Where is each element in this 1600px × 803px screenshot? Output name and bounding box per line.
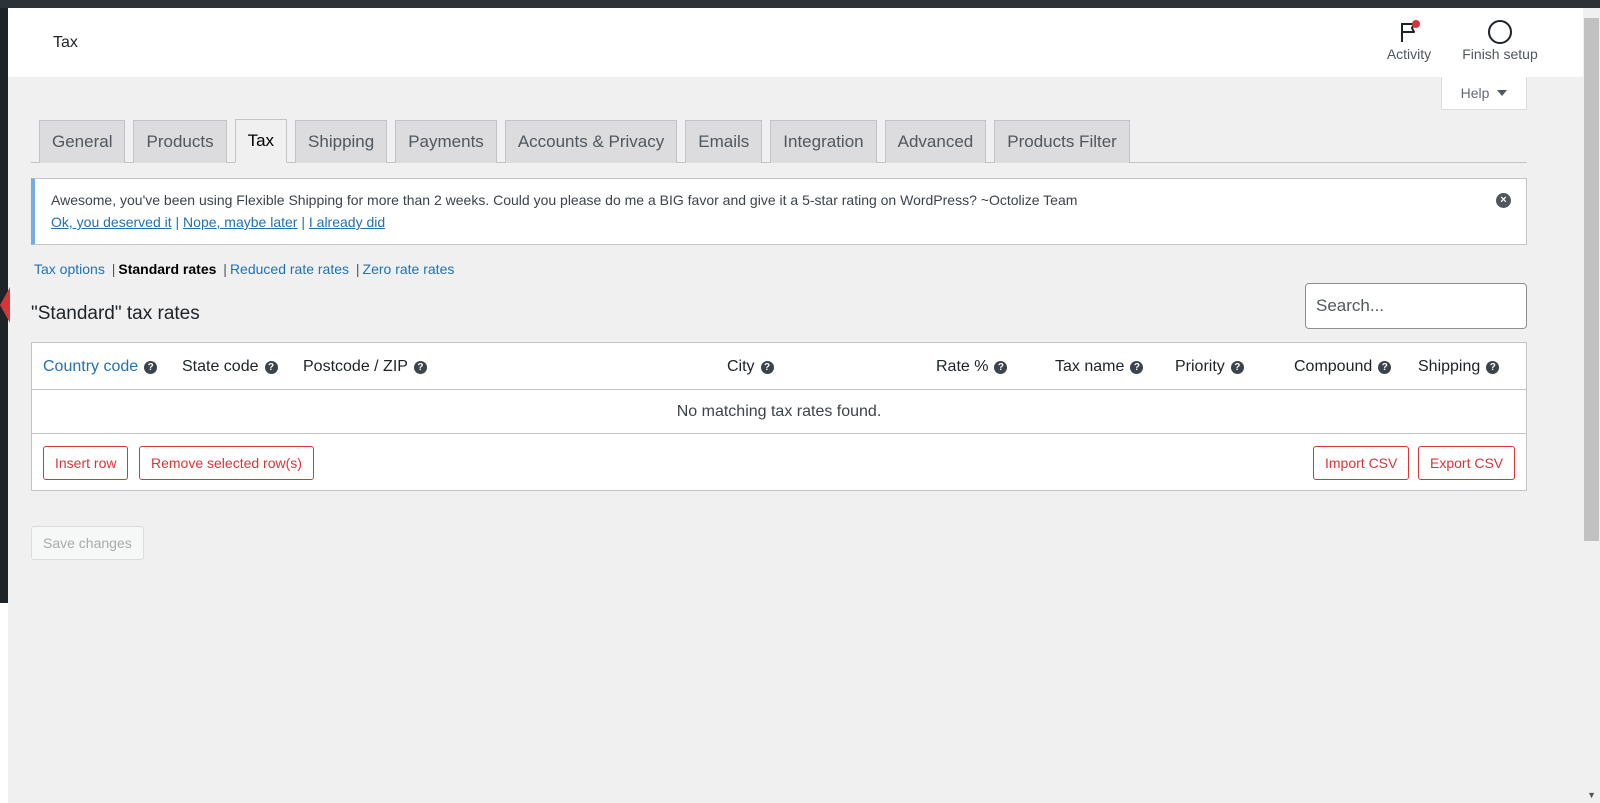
column-label: City [727,358,755,375]
notice-separator: | [301,214,305,230]
page-frame: Tax Activity Finish setup Help General P… [8,8,1583,803]
notice-link-ok[interactable]: Ok, you deserved it [51,214,172,230]
help-button[interactable]: Help [1441,77,1527,110]
column-compound: Compound? [1294,358,1392,376]
tab-products-filter[interactable]: Products Filter [994,120,1130,163]
empty-message: No matching tax rates found. [32,390,1526,434]
help-tip-icon[interactable]: ? [413,360,427,374]
column-label: Shipping [1418,358,1481,375]
column-postcode: Postcode / ZIP? [303,358,427,376]
tax-subnav: Tax options | Standard rates | Reduced rat… [34,261,454,277]
tab-emails[interactable]: Emails [685,120,763,163]
tab-integration[interactable]: Integration [770,120,877,163]
tab-payments[interactable]: Payments [395,120,497,163]
scroll-down-icon[interactable]: ▼ [1587,790,1596,800]
help-tip-icon[interactable]: ? [144,360,158,374]
collapse-marker-icon [0,287,10,323]
column-label: Country code [43,358,139,375]
help-tip-icon[interactable]: ? [1130,360,1144,374]
column-priority: Priority? [1175,358,1244,376]
help-tip-icon[interactable]: ? [264,360,278,374]
notice-message: Awesome, you've been using Flexible Ship… [51,192,1078,208]
notification-dot [1412,20,1420,28]
activity-label: Activity [1386,46,1432,62]
tax-rates-table: Country code? State code? Postcode / ZIP… [31,342,1527,491]
subnav-standard-rates[interactable]: Standard rates [118,261,216,277]
left-edge-lower [0,603,8,803]
insert-row-button[interactable]: Insert row [43,446,129,480]
scrollbar[interactable]: ▼ [1583,8,1600,803]
column-label: State code [182,358,259,375]
subnav-separator: | [111,261,116,277]
subnav-reduced-rates[interactable]: Reduced rate rates [230,261,349,277]
notice-link-did[interactable]: I already did [309,214,385,230]
column-rate: Rate %? [936,358,1008,376]
help-tip-icon[interactable]: ? [994,360,1008,374]
tab-tax[interactable]: Tax [234,119,288,163]
activity-button[interactable]: Activity [1374,18,1444,62]
tab-products[interactable]: Products [133,120,227,163]
dismiss-icon[interactable]: × [1496,193,1511,208]
column-label: Compound [1294,358,1373,375]
flag-icon [1397,20,1421,44]
column-label: Postcode / ZIP [303,358,408,375]
tab-general[interactable]: General [39,120,126,163]
table-header: Country code? State code? Postcode / ZIP… [32,343,1526,390]
settings-tabs: General Products Tax Shipping Payments A… [31,119,1527,163]
tab-accounts-privacy[interactable]: Accounts & Privacy [504,120,678,163]
tab-advanced[interactable]: Advanced [884,120,987,163]
page-title: Tax [53,34,78,51]
caret-down-icon [1497,90,1508,96]
save-changes-button[interactable]: Save changes [31,526,144,560]
column-city: City? [727,358,774,376]
search-input[interactable] [1305,283,1527,329]
notice-separator: | [175,214,180,230]
subnav-tax-options[interactable]: Tax options [34,261,105,277]
tab-shipping[interactable]: Shipping [295,120,388,163]
help-tip-icon[interactable]: ? [1378,360,1392,374]
table-footer: Insert row Remove selected row(s) Import… [32,434,1526,490]
notice-links: Ok, you deserved it | Nope, maybe later … [51,214,1510,230]
help-tip-icon[interactable]: ? [1486,360,1500,374]
column-tax-name: Tax name? [1055,358,1144,376]
help-label: Help [1460,85,1490,101]
top-header: Tax Activity Finish setup [8,8,1583,77]
subnav-separator: | [355,261,360,277]
rating-notice: Awesome, you've been using Flexible Ship… [31,178,1527,245]
column-country-code[interactable]: Country code? [43,358,158,376]
column-label: Rate % [936,358,989,375]
column-label: Tax name [1055,358,1125,375]
progress-circle-icon [1488,20,1512,44]
finish-setup-label: Finish setup [1462,46,1538,62]
help-tip-icon[interactable]: ? [760,360,774,374]
notice-link-later[interactable]: Nope, maybe later [183,214,297,230]
column-shipping: Shipping? [1418,358,1500,376]
import-csv-button[interactable]: Import CSV [1313,446,1410,480]
help-tip-icon[interactable]: ? [1230,360,1244,374]
remove-rows-button[interactable]: Remove selected row(s) [139,446,314,480]
finish-setup-button[interactable]: Finish setup [1455,18,1545,62]
export-csv-button[interactable]: Export CSV [1418,446,1516,480]
scrollbar-thumb[interactable] [1584,18,1599,541]
section-title: "Standard" tax rates [31,303,200,324]
column-label: Priority [1175,358,1225,375]
column-state-code: State code? [182,358,278,376]
subnav-zero-rates[interactable]: Zero rate rates [363,261,455,277]
subnav-separator: | [223,261,227,277]
